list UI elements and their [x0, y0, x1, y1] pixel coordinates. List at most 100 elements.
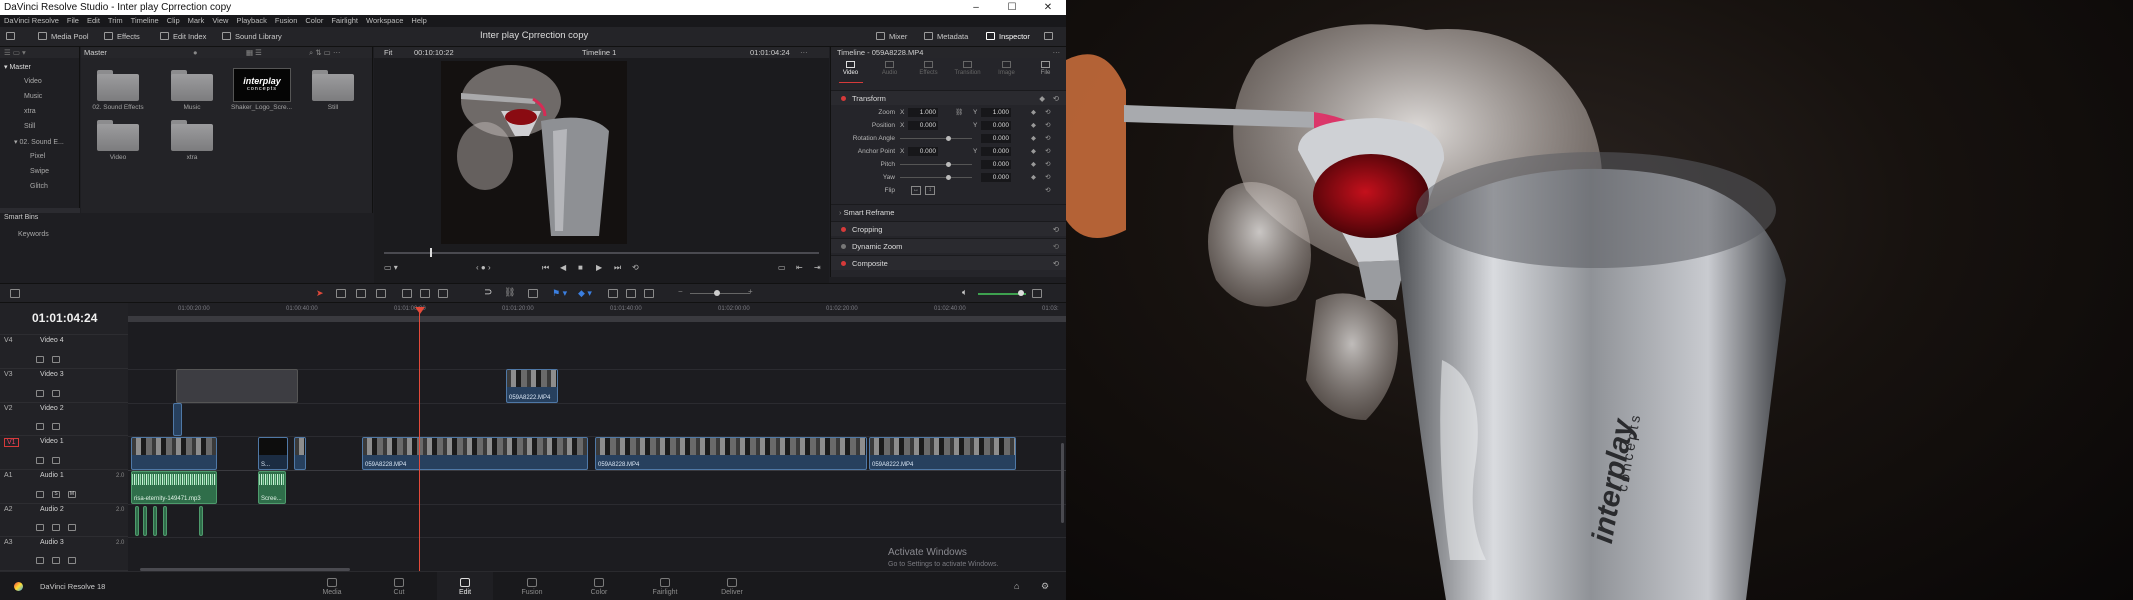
dynamic-zoom-section[interactable]: Dynamic Zoom ⟲ [831, 238, 1066, 253]
menu-clip[interactable]: Clip [163, 15, 184, 27]
inspector-button[interactable]: Inspector [986, 31, 1030, 43]
transform-section[interactable]: Transform ◆ ⟲ [831, 90, 1066, 105]
position-lock-icon[interactable] [528, 289, 538, 298]
position-y-field[interactable]: 0.000 [981, 121, 1011, 130]
bin-xtra[interactable]: xtra [24, 108, 36, 115]
logo-clip[interactable]: S... [258, 437, 288, 470]
tab-image[interactable]: Image [987, 61, 1026, 76]
bin-sound-effects[interactable]: ▾ 02. Sound E... [14, 138, 64, 146]
playhead[interactable] [419, 309, 420, 571]
bin-still[interactable]: Still [24, 123, 35, 130]
selection-tool-icon[interactable]: ➤ [316, 288, 324, 299]
menu-mark[interactable]: Mark [184, 15, 209, 27]
mute-button[interactable] [68, 557, 76, 564]
playhead-handle[interactable] [415, 307, 425, 314]
smart-reframe-section[interactable]: › Smart Reframe [831, 204, 1066, 219]
reverse-icon[interactable]: ◀ [560, 263, 566, 272]
smart-bin-keywords[interactable]: Keywords [18, 231, 49, 238]
audio-meter-icon[interactable] [1032, 289, 1042, 298]
auto-select-icon[interactable] [52, 390, 60, 397]
page-fairlight[interactable]: Fairlight [637, 572, 693, 600]
bin-pixel[interactable]: Pixel [30, 153, 45, 160]
timeline-name-dropdown[interactable]: Timeline 1 [582, 47, 616, 58]
menu-help[interactable]: Help [407, 15, 430, 27]
auto-select-icon[interactable] [52, 457, 60, 464]
anchor-y-field[interactable]: 0.000 [981, 147, 1011, 156]
audio-clip-sfx[interactable] [163, 506, 167, 536]
settings-gear-icon[interactable]: ⚙ [1041, 581, 1049, 592]
inspector-options-icon[interactable]: ⋯ [1053, 47, 1061, 58]
video-clip-059a8228-a[interactable]: 059A8228.MP4 [362, 437, 588, 470]
zoom-full-icon[interactable] [608, 289, 618, 298]
loop-icon[interactable]: ⟲ [632, 263, 639, 272]
vertical-scrollbar[interactable] [1061, 443, 1064, 523]
tab-transition[interactable]: Transition [948, 61, 987, 76]
timeline-view-options-icon[interactable] [10, 289, 20, 298]
rotation-field[interactable]: 0.000 [981, 134, 1011, 143]
expand-icon[interactable] [1044, 31, 1057, 43]
yaw-slider[interactable] [946, 175, 951, 180]
menu-fusion[interactable]: Fusion [271, 15, 302, 27]
volume-handle[interactable] [1018, 290, 1024, 296]
compound-clip[interactable] [176, 369, 298, 403]
audio-clip-screen[interactable]: Scree... [258, 471, 286, 504]
menu-view[interactable]: View [208, 15, 232, 27]
page-cut[interactable]: Cut [371, 572, 427, 600]
bin-glitch[interactable]: Glitch [30, 183, 48, 190]
effects-button[interactable]: Effects [104, 31, 140, 43]
folder-music[interactable] [171, 69, 213, 101]
zoom-out-icon[interactable]: − [678, 287, 683, 296]
panel-toggle-icon[interactable] [6, 31, 19, 43]
fit-dropdown[interactable]: Fit [384, 47, 392, 58]
auto-select-icon[interactable] [52, 356, 60, 363]
search-icon[interactable]: ⌕ ⇅ ▭ ⋯ [309, 47, 340, 58]
play-icon[interactable]: ▶ [596, 263, 602, 272]
page-edit[interactable]: Edit [437, 572, 493, 600]
zoom-y-field[interactable]: 1.000 [981, 108, 1011, 117]
menu-davinci[interactable]: DaVinci Resolve [0, 15, 63, 27]
menu-workspace[interactable]: Workspace [362, 15, 407, 27]
timeline-ruler[interactable]: 01:00:20:00 01:00:40:00 01:01:00:00 01:01:2… [128, 303, 1066, 317]
edit-index-button[interactable]: Edit Index [160, 31, 206, 43]
prev-edit-icon[interactable]: ⇤ [796, 263, 803, 272]
mute-button[interactable] [68, 524, 76, 531]
tab-audio[interactable]: Audio [870, 61, 909, 76]
page-media[interactable]: Media [304, 572, 360, 600]
viewer-mode-icon[interactable]: ▭ ▾ [384, 263, 398, 272]
yaw-field[interactable]: 0.000 [981, 173, 1011, 182]
marker-icon[interactable]: ◆ ▾ [578, 288, 592, 299]
auto-select-icon[interactable] [52, 423, 60, 430]
video-clip-059a8228-b[interactable]: 059A8228.MP4 [595, 437, 867, 470]
menu-trim[interactable]: Trim [104, 15, 127, 27]
page-color[interactable]: Color [571, 572, 627, 600]
sort-icon[interactable]: ● [193, 47, 198, 58]
menu-color[interactable]: Color [301, 15, 327, 27]
audio-clip-sfx[interactable] [135, 506, 139, 536]
lock-icon[interactable] [36, 390, 44, 397]
jump-start-icon[interactable]: ⏮ [542, 263, 549, 273]
tab-effects[interactable]: Effects [909, 61, 948, 76]
video-clip-059a8222[interactable]: 059A8222.MP4 [869, 437, 1016, 470]
zoom-in-icon[interactable]: + [748, 287, 753, 296]
folder-video[interactable] [97, 119, 139, 151]
flip-horizontal-icon[interactable]: ↔ [911, 186, 921, 195]
lock-icon[interactable] [36, 557, 44, 564]
viewer-options-icon[interactable]: ⋯ [800, 47, 808, 58]
zoom-detail-icon[interactable] [626, 289, 636, 298]
metadata-button[interactable]: Metadata [924, 31, 968, 43]
link-icon[interactable]: ⛓ [955, 106, 963, 119]
blade-tool-icon[interactable] [376, 289, 386, 298]
menu-file[interactable]: File [63, 15, 83, 27]
video-clip-short[interactable] [294, 437, 306, 470]
audio-clip-music[interactable]: risa-eternity-149471.mp3 [131, 471, 217, 504]
menu-edit[interactable]: Edit [83, 15, 104, 27]
bin-swipe[interactable]: Swipe [30, 168, 49, 175]
page-deliver[interactable]: Deliver [704, 572, 760, 600]
close-window-button[interactable]: ✕ [1030, 0, 1066, 15]
tab-file[interactable]: File [1026, 61, 1065, 76]
zoom-slider[interactable] [690, 293, 750, 294]
pitch-slider[interactable] [946, 162, 951, 167]
viewer-scrubber[interactable] [384, 252, 819, 254]
media-pool-button[interactable]: Media Pool [38, 31, 89, 43]
home-icon[interactable]: ⌂ [1014, 581, 1019, 591]
